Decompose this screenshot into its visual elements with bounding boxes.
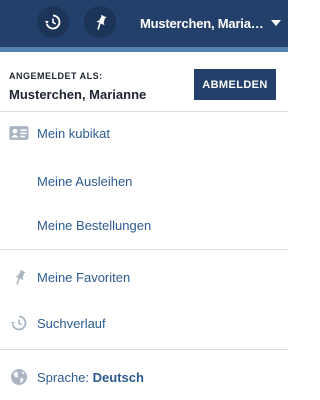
language-selector[interactable]: Sprache: Deutsch bbox=[0, 357, 288, 397]
history-icon bbox=[45, 14, 61, 30]
globe-icon bbox=[9, 368, 29, 386]
history-button[interactable] bbox=[37, 6, 69, 38]
login-caption: ANGEMELDET ALS: bbox=[9, 71, 103, 81]
id-card-icon bbox=[9, 124, 29, 142]
top-bar: Musterchen, Mariane bbox=[0, 0, 288, 52]
menu-item-label: Mein kubikat bbox=[37, 125, 110, 141]
menu-item-suchverlauf[interactable]: Suchverlauf bbox=[0, 303, 288, 343]
divider bbox=[0, 349, 288, 350]
caret-down-icon bbox=[271, 20, 281, 26]
history-icon bbox=[9, 314, 29, 332]
menu-item-label: Meine Ausleihen bbox=[37, 173, 133, 189]
menu-item-meine-bestellungen[interactable]: Meine Bestellungen bbox=[0, 205, 288, 245]
menu-item-mein-kubikat[interactable]: Mein kubikat bbox=[0, 113, 288, 153]
pin-icon bbox=[9, 268, 29, 286]
divider bbox=[0, 249, 288, 250]
menu-item-label: Suchverlauf bbox=[37, 315, 106, 331]
language-label-wrap: Sprache: Deutsch bbox=[37, 370, 144, 385]
menu-item-meine-favoriten[interactable]: Meine Favoriten bbox=[0, 257, 288, 297]
favorites-button[interactable] bbox=[84, 6, 116, 38]
language-label: Sprache: bbox=[37, 369, 93, 385]
user-menu-label: Musterchen, Mariane bbox=[140, 15, 265, 31]
user-menu-toggle[interactable]: Musterchen, Mariane bbox=[140, 12, 288, 34]
menu-item-meine-ausleihen[interactable]: Meine Ausleihen bbox=[0, 161, 288, 201]
language-value: Deutsch bbox=[92, 369, 144, 385]
menu-item-label: Meine Bestellungen bbox=[37, 217, 152, 233]
pin-icon bbox=[96, 14, 107, 30]
menu-item-label: Meine Favoriten bbox=[37, 269, 131, 285]
login-user-name: Musterchen, Marianne bbox=[9, 87, 147, 102]
login-status-panel: ANGEMELDET ALS: Musterchen, Marianne ABM… bbox=[0, 57, 288, 112]
logout-button[interactable]: ABMELDEN bbox=[194, 69, 276, 100]
